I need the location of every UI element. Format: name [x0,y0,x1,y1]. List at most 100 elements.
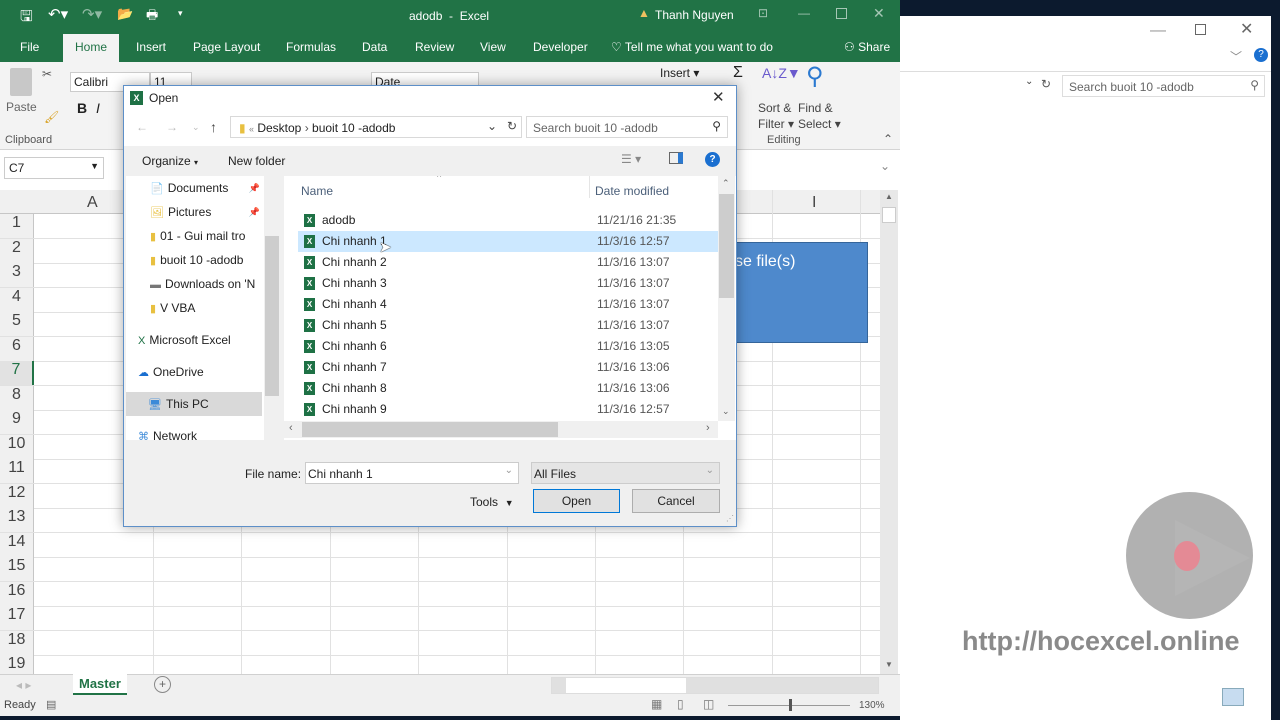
file-row[interactable]: X Chi nhanh 6 11/3/16 13:05 [298,336,718,357]
nav-item[interactable]: ▬ Downloads on 'N [150,272,262,296]
search-input[interactable]: Search buoit 10 -adodb ⚲ [1062,75,1265,97]
file-row[interactable]: X Chi nhanh 9 11/3/16 12:57 [298,399,718,420]
new-sheet-icon[interactable]: + [154,676,171,693]
address-dropdown-icon[interactable]: ⌄ [487,119,497,133]
up-button[interactable]: ↑ [210,119,217,135]
file-row[interactable]: X Chi nhanh 1 11/3/16 12:57 [298,231,718,252]
new-folder-button[interactable]: New folder [228,154,285,168]
help-icon[interactable]: ? [705,152,720,167]
close-button[interactable]: ✕ [1240,19,1253,39]
italic-button[interactable]: I [96,100,100,116]
row-header[interactable]: 9 [0,410,34,435]
sheet-tab-master[interactable]: Master [73,674,127,695]
insert-cells-button[interactable]: Insert ▾ [660,66,699,80]
row-header[interactable]: 7 [0,361,34,386]
resize-grip-icon[interactable]: ⋰ [726,514,734,523]
pin-icon[interactable]: 📌 [249,176,260,200]
address-dropdown[interactable]: ⌄ [1025,76,1033,87]
file-type-select[interactable]: All Files ⌄ [531,462,720,484]
column-header-i[interactable]: I [812,194,816,212]
dialog-close-button[interactable]: ✕ [712,88,725,106]
normal-view-icon[interactable]: ▦ [651,697,662,711]
format-painter-icon[interactable]: 🖌 [44,110,59,124]
view-options-icon[interactable]: ☰ ▾ [621,152,641,166]
zoom-slider[interactable] [728,699,850,711]
nav-item[interactable]: ▮ 01 - Gui mail tro [150,224,262,248]
address-bar[interactable]: ▮ « Desktop › buoit 10 -adodb ⌄ ↻ [230,116,522,138]
paste-button[interactable]: Paste [6,100,37,114]
breadcrumb-desktop[interactable]: Desktop [257,121,301,135]
customize-qat-icon[interactable]: ▾ [178,8,183,19]
open-folder-icon[interactable]: 📂 [117,6,133,22]
nav-item[interactable]: 🖥 This PC [126,392,262,416]
row-header[interactable]: 5 [0,312,34,337]
recent-locations-icon[interactable]: ⌄ [192,122,200,133]
collapse-ribbon-icon[interactable]: ⌃ [883,132,893,146]
maximize-button[interactable] [836,8,847,19]
tab-review[interactable]: Review [415,40,454,54]
nav-item[interactable]: ▮ buoit 10 -adodb [150,248,262,272]
organize-button[interactable]: Organize ▾ [142,154,198,168]
file-name-input[interactable]: Chi nhanh 1 ⌄ [305,462,519,484]
file-list-vscrollbar[interactable]: ⌃ ⌄ [718,176,735,421]
tab-file[interactable]: File [20,40,39,54]
page-layout-view-icon[interactable]: ▯ [677,697,684,711]
tab-view[interactable]: View [480,40,506,54]
tab-home[interactable]: Home [63,34,120,62]
zoom-slider-thumb[interactable] [789,699,792,711]
vertical-scrollbar[interactable]: ▲ ▼ [880,190,898,676]
tab-formulas[interactable]: Formulas [286,40,336,54]
forward-button[interactable]: → [166,120,178,134]
search-input[interactable]: Search buoit 10 -adodb ⚲ [526,116,728,138]
close-button[interactable]: ✕ [873,5,885,22]
minimize-button[interactable]: — [1150,22,1166,40]
nav-item[interactable]: 🖼 Pictures 📌 [150,200,262,224]
minimize-button[interactable]: — [798,6,810,20]
refresh-icon[interactable]: ↻ [1041,77,1051,91]
nav-item[interactable]: ☁ OneDrive [138,360,262,384]
tell-me-box[interactable]: ♡ Tell me what you want to do [611,40,773,54]
macro-record-icon[interactable]: ▤ [46,698,56,711]
row-header[interactable]: 1 [0,214,34,239]
autosum-icon[interactable]: Σ [733,64,743,82]
page-break-view-icon[interactable]: ◫ [703,697,714,711]
row-header[interactable]: 4 [0,287,34,312]
file-row[interactable]: X Chi nhanh 3 11/3/16 13:07 [298,273,718,294]
pin-icon[interactable]: 📌 [249,200,260,224]
file-row[interactable]: X Chi nhanh 5 11/3/16 13:07 [298,315,718,336]
chevron-down-icon[interactable]: ﹀ [1230,48,1242,65]
sheet-nav-prev[interactable]: ◂ ▸ [16,678,31,692]
find-icon[interactable]: ⚲ [806,62,824,91]
preview-pane-icon[interactable] [669,152,683,164]
column-header-date[interactable]: Date modified [595,184,669,198]
expand-formula-icon[interactable]: ⌄ [880,159,890,173]
row-header[interactable]: 11 [0,459,34,484]
column-header-a[interactable]: A [87,194,98,212]
file-list-hscrollbar[interactable]: ‹ › [284,421,718,438]
nav-item[interactable]: X Microsoft Excel [138,328,262,352]
undo-icon[interactable]: ↶▾ [48,5,68,23]
file-row[interactable]: X Chi nhanh 2 11/3/16 13:07 [298,252,718,273]
bold-button[interactable]: B [77,100,87,116]
file-row[interactable]: Xadodb 11/21/16 21:35 [298,210,718,231]
row-header[interactable]: 2 [0,238,34,263]
tools-button[interactable]: Tools ▼ [470,495,514,509]
nav-scrollbar[interactable] [264,176,280,440]
row-header[interactable]: 18 [0,630,34,655]
row-header[interactable]: 16 [0,581,34,606]
open-button[interactable]: Open [533,489,620,513]
file-row[interactable]: X Chi nhanh 7 11/3/16 13:06 [298,357,718,378]
tab-page-layout[interactable]: Page Layout [193,40,260,54]
print-preview-icon[interactable]: 🖶 [146,6,158,28]
row-header[interactable]: 14 [0,532,34,557]
row-header[interactable]: 6 [0,336,34,361]
chevron-down-icon[interactable]: ⌄ [505,465,513,476]
back-button[interactable]: ← [136,120,148,134]
paste-icon[interactable] [10,68,32,96]
share-button[interactable]: ⚇ Share [844,40,890,54]
row-header[interactable]: 17 [0,606,34,631]
tab-insert[interactable]: Insert [136,40,166,54]
sort-filter-icon[interactable]: A↓Z▼ [762,65,801,81]
row-header[interactable]: 12 [0,483,34,508]
tab-developer[interactable]: Developer [533,40,588,54]
